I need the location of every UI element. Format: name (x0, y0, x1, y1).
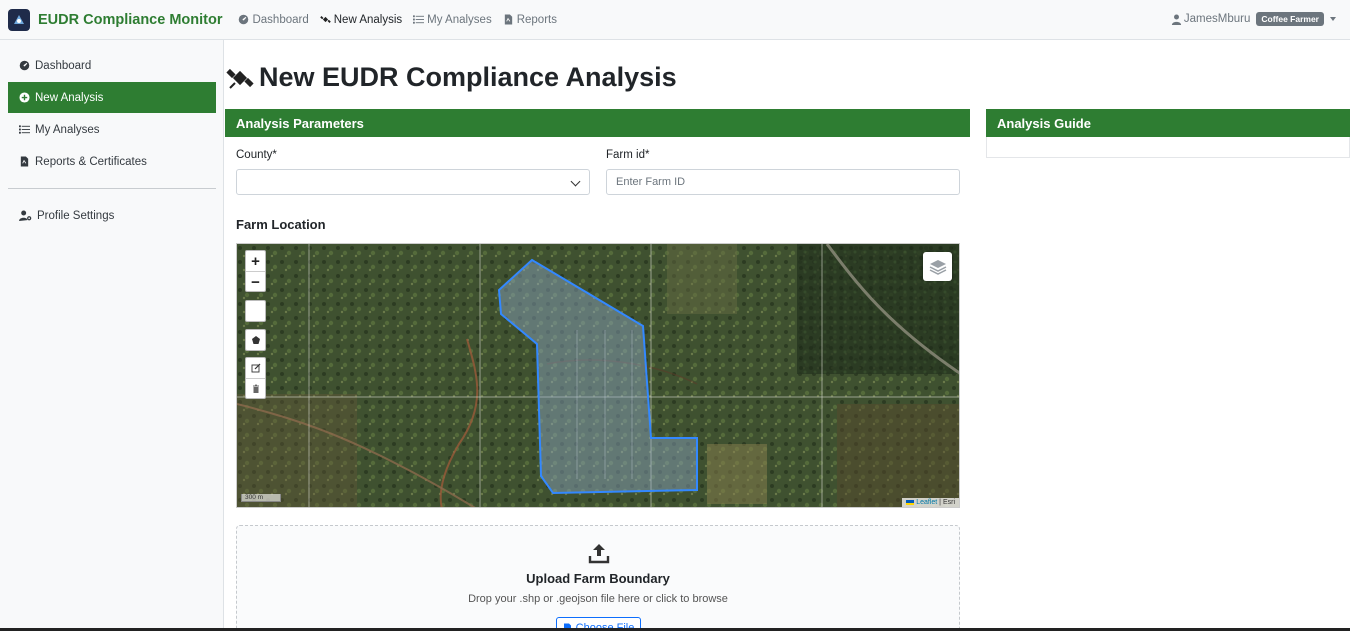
list-icon (413, 15, 425, 24)
draw-rectangle-tool[interactable] (245, 300, 266, 322)
topnav-new-analysis[interactable]: New Analysis (319, 13, 403, 26)
map-attribution: Leaflet | Esri (902, 498, 959, 507)
user-gear-icon (19, 210, 32, 221)
gauge-icon (239, 14, 249, 25)
brand-logo-icon (8, 8, 30, 31)
sidebar: Dashboard New Analysis My Analyses Repor… (0, 40, 224, 631)
chevron-down-icon (570, 176, 581, 187)
upload-title: Upload Farm Boundary (526, 571, 670, 586)
brand[interactable]: EUDR Compliance Monitor (8, 8, 223, 31)
satellite-icon (226, 68, 254, 89)
farm-location-title: Farm Location (236, 217, 326, 232)
analysis-guide-header: Analysis Guide (986, 109, 1350, 137)
map-scale: 300 m (241, 494, 281, 502)
user-name: JamesMburu (1183, 13, 1251, 25)
farm-id-input[interactable] (606, 169, 960, 195)
analysis-parameters-header: Analysis Parameters (225, 109, 970, 137)
topnav-my-analyses-label: My Analyses (427, 13, 492, 26)
page-title: New EUDR Compliance Analysis (226, 62, 677, 93)
upload-icon (588, 544, 610, 564)
sidebar-item-reports[interactable]: Reports & Certificates (8, 146, 216, 177)
topnav-dashboard[interactable]: Dashboard (238, 13, 309, 26)
zoom-in-button[interactable]: + (246, 251, 265, 271)
draw-polygon-tool[interactable] (245, 329, 266, 351)
list-icon (19, 125, 30, 134)
card-title: Analysis Parameters (236, 115, 364, 131)
topnav-dashboard-label: Dashboard (252, 13, 309, 26)
farm-id-label: Farm id* (606, 149, 650, 161)
leaflet-link[interactable]: Leaflet (916, 499, 937, 506)
zoom-out-button[interactable]: − (246, 272, 265, 292)
file-pdf-icon (20, 156, 29, 167)
analysis-guide-body (986, 137, 1350, 158)
sidebar-item-new-analysis[interactable]: New Analysis (8, 82, 216, 113)
county-label: County* (236, 149, 277, 161)
top-nav: Dashboard New Analysis My Analyses Repor… (238, 14, 568, 26)
topnav-my-analyses[interactable]: My Analyses (413, 14, 492, 26)
upload-dropzone[interactable]: Upload Farm Boundary Drop your .shp or .… (236, 525, 960, 631)
user-menu[interactable]: JamesMburu Coffee Farmer (1171, 12, 1336, 26)
satellite-icon (319, 16, 331, 23)
page-title-text: New EUDR Compliance Analysis (259, 62, 677, 92)
sidebar-item-label: Dashboard (35, 59, 92, 72)
edit-toolbar (245, 357, 266, 399)
topnav-reports-label: Reports (516, 13, 557, 26)
farm-map[interactable]: + − 300 m Leaflet | Esri (236, 243, 960, 508)
sidebar-item-label: New Analysis (35, 91, 104, 104)
sidebar-item-label: Profile Settings (37, 209, 115, 222)
user-icon (1171, 14, 1181, 25)
sidebar-item-profile[interactable]: Profile Settings (8, 200, 216, 231)
chevron-down-icon (1330, 17, 1336, 21)
sidebar-item-dashboard[interactable]: Dashboard (8, 50, 216, 81)
topnav-new-analysis-label: New Analysis (333, 13, 403, 26)
sidebar-item-my-analyses[interactable]: My Analyses (8, 114, 216, 145)
attribution-source: Esri (942, 499, 955, 506)
draw-polygon-icon (246, 330, 265, 350)
edit-layers-icon[interactable] (246, 358, 265, 378)
gauge-icon (19, 60, 30, 71)
top-navbar: EUDR Compliance Monitor Dashboard New An… (0, 0, 1350, 40)
county-select[interactable] (236, 169, 590, 195)
zoom-control: + − (245, 250, 266, 292)
layers-control-button[interactable] (923, 252, 952, 281)
role-badge: Coffee Farmer (1256, 12, 1324, 26)
sidebar-item-label: My Analyses (35, 123, 100, 136)
flag-icon (906, 499, 915, 505)
sidebar-divider (8, 188, 216, 189)
draw-square-icon (246, 301, 265, 321)
upload-hint: Drop your .shp or .geojson file here or … (468, 593, 728, 605)
topnav-reports[interactable]: Reports (503, 14, 557, 26)
plus-circle-icon (19, 92, 30, 103)
sidebar-item-label: Reports & Certificates (35, 155, 147, 168)
brand-name: EUDR Compliance Monitor (38, 11, 223, 28)
delete-layers-icon[interactable] (246, 379, 265, 399)
layers-icon (929, 259, 946, 275)
satellite-imagery (237, 244, 959, 507)
card-title: Analysis Guide (997, 115, 1091, 131)
file-pdf-icon (504, 14, 512, 25)
